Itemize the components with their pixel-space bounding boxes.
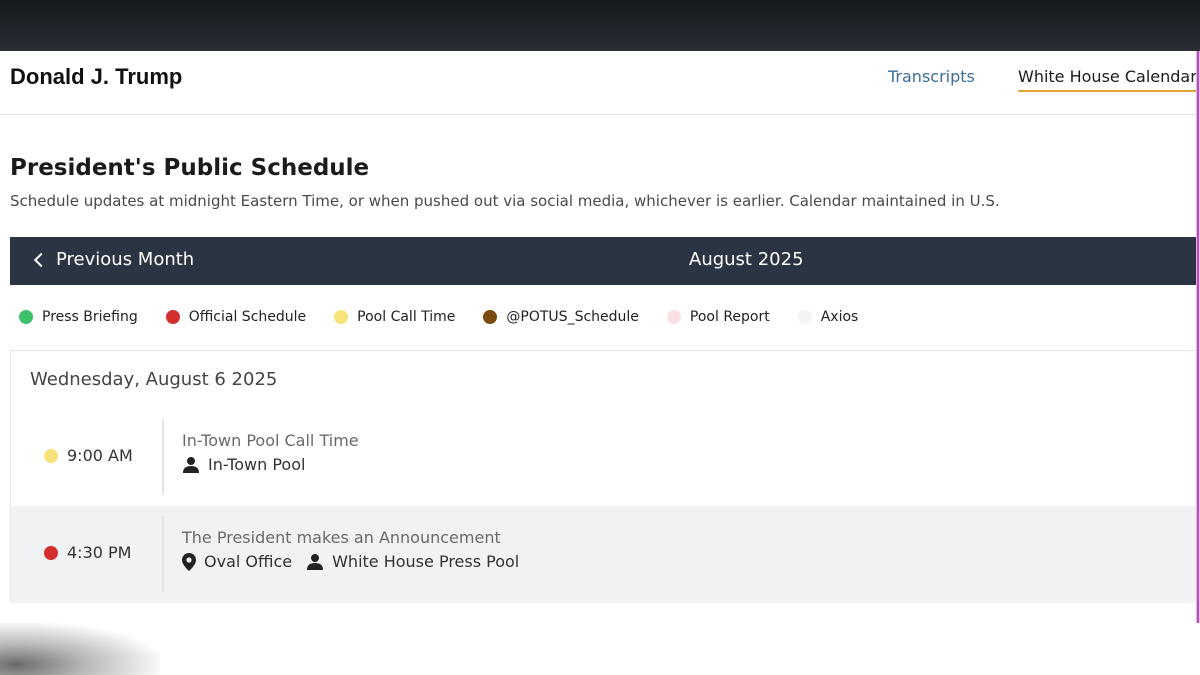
event-divider (162, 419, 164, 495)
nav-link-transcripts[interactable]: Transcripts (888, 67, 975, 86)
legend-label: Axios (820, 309, 859, 325)
legend-label: Official Schedule (188, 309, 307, 325)
pool-report-dot-icon (666, 310, 681, 324)
map-pin-icon (182, 552, 196, 571)
page-title: President's Public Schedule (10, 155, 370, 181)
event-time: 4:30 PM (67, 543, 132, 562)
legend-label: @POTUS_Schedule (506, 309, 639, 325)
legend-item-pool-call-time: Pool Call Time (334, 309, 455, 325)
day-events-panel: Wednesday, August 6 2025 9:00 AM In-Town… (10, 350, 1200, 603)
event-meta: In-Town Pool (182, 455, 319, 474)
previous-month-label: Previous Month (56, 249, 195, 270)
event-row[interactable]: 4:30 PM The President makes an Announcem… (11, 506, 1200, 603)
event-time: 9:00 AM (67, 446, 133, 465)
event-attendees-label: White House Press Pool (332, 552, 520, 571)
legend-item-press-briefing: Press Briefing (19, 309, 138, 325)
legend-item-axios: Axios (797, 309, 859, 325)
calendar-page: Donald J. Trump Transcripts White House … (0, 51, 1200, 623)
legend-label: Pool Report (689, 309, 770, 325)
potus-schedule-dot-icon (483, 310, 498, 324)
press-briefing-dot-icon (19, 310, 33, 324)
site-brand[interactable]: Donald J. Trump (10, 64, 182, 90)
event-attendees-label: In-Town Pool (208, 455, 306, 474)
legend-label: Press Briefing (42, 309, 138, 325)
axios-dot-icon (797, 310, 812, 324)
event-divider (162, 516, 164, 592)
bottom-smudge (0, 623, 160, 675)
site-header: Donald J. Trump Transcripts White House … (0, 51, 1200, 115)
event-row[interactable]: 9:00 AM In-Town Pool Call Time In-Town P… (11, 409, 1200, 506)
page-subtitle: Schedule updates at midnight Eastern Tim… (10, 192, 1000, 210)
official-schedule-dot-icon (165, 310, 180, 324)
legend-item-potus-schedule: @POTUS_Schedule (483, 309, 639, 325)
pool-call-time-dot-icon (334, 310, 349, 324)
event-location-label: Oval Office (204, 552, 293, 571)
legend-item-official-schedule: Official Schedule (165, 309, 307, 325)
month-navigation-bar: Previous Month August 2025 (10, 237, 1200, 285)
legend-label: Pool Call Time (357, 309, 456, 325)
official-schedule-dot-icon (44, 546, 58, 560)
event-title: In-Town Pool Call Time (182, 431, 359, 450)
event-type-legend: Press Briefing Official Schedule Pool Ca… (19, 307, 886, 327)
person-icon (183, 456, 199, 473)
chevron-left-icon (33, 252, 49, 268)
event-attendees: White House Press Pool (306, 552, 519, 571)
window-edge-line (1197, 51, 1199, 623)
previous-month-button[interactable]: Previous Month (33, 249, 195, 270)
event-location: Oval Office (182, 552, 292, 571)
pool-call-time-dot-icon (44, 449, 58, 463)
current-month-label: August 2025 (689, 249, 804, 270)
top-backdrop (0, 0, 1200, 52)
event-title: The President makes an Announcement (182, 528, 501, 547)
legend-item-pool-report: Pool Report (666, 309, 770, 325)
nav-link-white-house-calendar[interactable]: White House Calendar (1018, 67, 1197, 92)
person-icon (307, 553, 324, 570)
event-attendees: In-Town Pool (182, 455, 305, 474)
day-heading: Wednesday, August 6 2025 (30, 369, 278, 390)
event-meta: Oval Office White House Press Pool (182, 552, 533, 571)
bottom-backdrop (0, 623, 1200, 675)
